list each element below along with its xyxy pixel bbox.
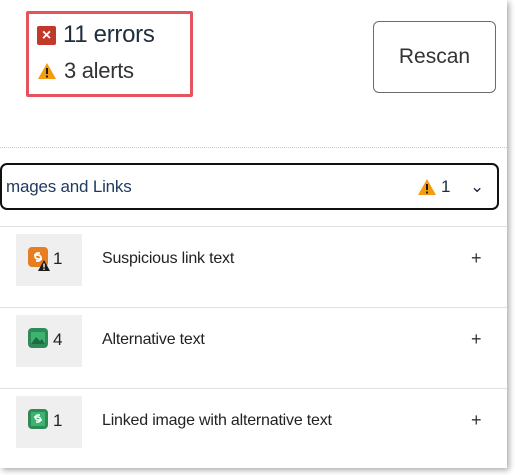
alerts-summary-row: 3 alerts xyxy=(37,58,134,84)
check-count-badge: 1 xyxy=(16,396,82,448)
alerts-count-label: 3 alerts xyxy=(64,58,134,83)
rescan-button[interactable]: Rescan xyxy=(373,21,496,93)
warning-triangle-icon xyxy=(38,63,56,79)
linked-image-icon xyxy=(28,409,50,436)
check-count: 4 xyxy=(53,330,63,349)
expand-plus-icon[interactable]: + xyxy=(471,248,482,269)
section-alert-badge: 1 xyxy=(417,177,450,197)
check-label: Suspicious link text xyxy=(102,250,235,267)
check-count: 1 xyxy=(53,411,63,430)
check-count-badge: 4 xyxy=(16,315,82,367)
check-label: Alternative text xyxy=(102,331,205,348)
errors-summary-row: × 11 errors xyxy=(37,21,155,49)
errors-count-label: 11 errors xyxy=(63,21,155,48)
section-alert-count: 1 xyxy=(441,177,451,196)
expand-plus-icon[interactable]: + xyxy=(471,329,482,350)
section-title: mages and Links xyxy=(6,176,132,196)
image-icon xyxy=(28,328,50,355)
chevron-down-icon[interactable]: ⌄ xyxy=(470,177,484,197)
expand-plus-icon[interactable]: + xyxy=(471,410,482,431)
issues-summary: × 11 errors 3 alerts xyxy=(26,11,193,97)
check-count: 1 xyxy=(53,249,63,268)
check-label: Linked image with alternative text xyxy=(102,412,332,429)
error-x-icon: × xyxy=(37,25,56,45)
check-row-alternative-text[interactable]: 4 Alternative text + xyxy=(0,307,507,373)
divider xyxy=(0,147,507,148)
accessibility-checker-panel: × 11 errors 3 alerts Rescan mages and Li… xyxy=(0,0,507,468)
check-count-badge: 1 xyxy=(16,234,82,286)
warning-triangle-icon xyxy=(418,179,436,195)
section-header-images-and-links[interactable]: mages and Links 1 ⌄ xyxy=(0,163,499,210)
check-row-linked-image-alt-text[interactable]: 1 Linked image with alternative text + xyxy=(0,388,507,454)
check-row-suspicious-link-text[interactable]: 1 Suspicious link text + xyxy=(0,226,507,292)
suspicious-link-icon xyxy=(28,247,50,276)
